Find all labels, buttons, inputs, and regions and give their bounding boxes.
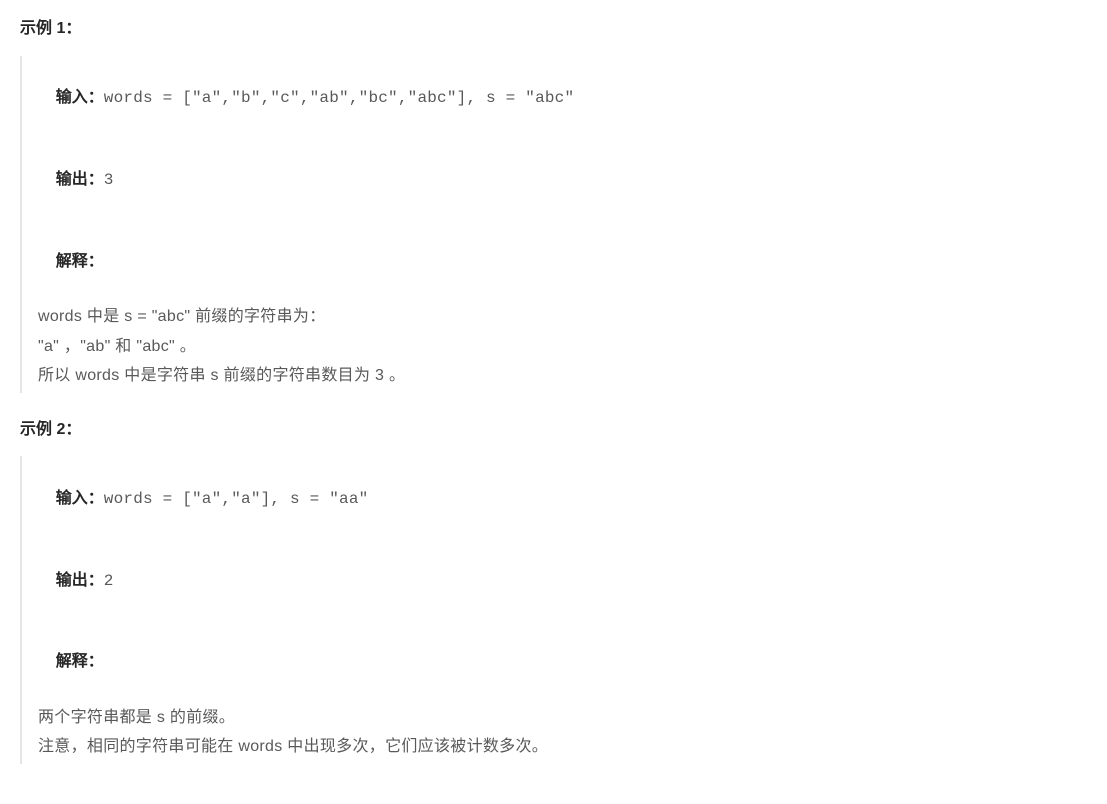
example-1-explain-line-1: "a" ，"ab" 和 "abc" 。	[38, 332, 1087, 362]
example-1-explain-line-0: words 中是 s = "abc" 前缀的字符串为：	[38, 302, 1087, 332]
input-label: 输入：	[56, 490, 104, 507]
explain-label: 解释：	[56, 253, 104, 270]
output-label: 输出：	[56, 171, 104, 188]
example-1-explain-label-line: 解释：	[38, 221, 1087, 302]
output-label: 输出：	[56, 572, 104, 589]
example-2-block: 输入：words = ["a","a"], s = "aa" 输出：2 解释： …	[20, 456, 1087, 764]
example-1-input-line: 输入：words = ["a","b","c","ab","bc","abc"]…	[38, 58, 1087, 140]
example-2-explain-line-0: 两个字符串都是 s 的前缀。	[38, 703, 1087, 733]
example-2-explain-label-line: 解释：	[38, 622, 1087, 703]
example-1-output-line: 输出：3	[38, 139, 1087, 221]
example-2-input-line: 输入：words = ["a","a"], s = "aa"	[38, 458, 1087, 540]
explain-label: 解释：	[56, 653, 104, 670]
input-value: words = ["a","b","c","ab","bc","abc"], s…	[104, 89, 574, 107]
input-label: 输入：	[56, 89, 104, 106]
example-1-heading: 示例 1：	[20, 16, 1087, 42]
example-2-heading: 示例 2：	[20, 417, 1087, 443]
example-1-block: 输入：words = ["a","b","c","ab","bc","abc"]…	[20, 56, 1087, 393]
example-2-explain-line-1: 注意，相同的字符串可能在 words 中出现多次，它们应该被计数多次。	[38, 732, 1087, 762]
input-value: words = ["a","a"], s = "aa"	[104, 490, 369, 508]
example-1-explain-line-2: 所以 words 中是字符串 s 前缀的字符串数目为 3 。	[38, 361, 1087, 391]
output-value: 3	[104, 171, 114, 189]
example-2-output-line: 输出：2	[38, 540, 1087, 622]
output-value: 2	[104, 572, 114, 590]
